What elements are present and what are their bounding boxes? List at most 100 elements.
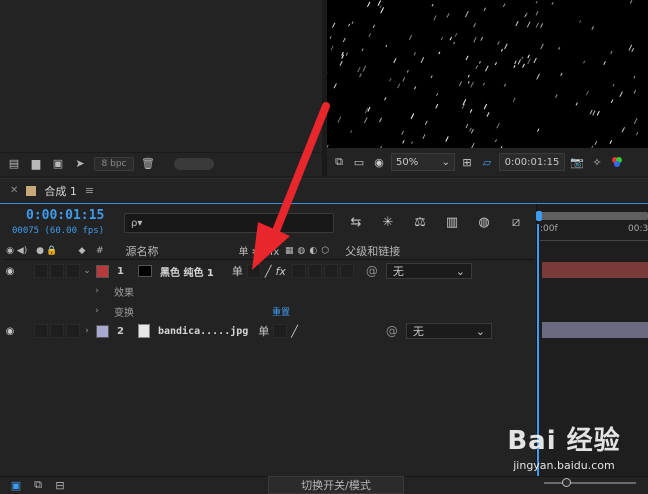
- flowchart-icon[interactable]: ➤: [72, 157, 88, 171]
- project-scrollbar[interactable]: [174, 157, 214, 170]
- star-streak: [464, 10, 469, 18]
- current-time-display[interactable]: 0:00:01:15: [26, 208, 104, 223]
- star-streak: [635, 132, 639, 136]
- parent-select[interactable]: 无 ⌄: [405, 323, 492, 339]
- tab-composition[interactable]: 合成 1: [44, 183, 77, 199]
- layer-name[interactable]: 黑色 纯色 1: [160, 264, 214, 279]
- viewer-timecode[interactable]: 0:00:01:15: [499, 153, 565, 171]
- column-parent[interactable]: 父级和链接: [345, 243, 400, 259]
- star-streak: [446, 13, 450, 18]
- magnification-select[interactable]: 50% ⌄: [391, 153, 455, 171]
- star-streak: [458, 81, 463, 87]
- reset-link[interactable]: 重置: [272, 305, 290, 318]
- monitor-icon[interactable]: ▭: [351, 154, 367, 170]
- star-streak: [527, 58, 531, 65]
- camera-snapshot-icon[interactable]: 📷: [569, 154, 585, 170]
- graph-editor-icon[interactable]: ⧄: [506, 212, 526, 232]
- star-streak: [513, 65, 516, 68]
- layer-name[interactable]: bandica.....jpg: [158, 326, 248, 337]
- lock-toggle[interactable]: [66, 264, 80, 278]
- transparency-grid-icon[interactable]: ▱: [479, 154, 495, 170]
- star-streak: [594, 140, 598, 146]
- star-streak: [480, 36, 484, 41]
- label-icon[interactable]: ◆: [76, 245, 88, 257]
- star-streak: [503, 83, 507, 87]
- switch-box[interactable]: [339, 264, 354, 278]
- mask-visibility-icon[interactable]: ◉: [371, 154, 387, 170]
- audio-toggle[interactable]: [34, 264, 48, 278]
- solo-icon[interactable]: ●: [34, 245, 46, 257]
- layer-property-row[interactable]: › 变换 重置: [4, 301, 534, 321]
- lock-icon[interactable]: 🔒: [46, 245, 58, 257]
- parent-value: 无: [392, 265, 404, 278]
- shy-switch-icon[interactable]: 单: [232, 263, 243, 279]
- chevron-down-icon[interactable]: ⌄: [82, 266, 92, 276]
- layer-duration-bar[interactable]: [542, 262, 648, 278]
- layer-label-color[interactable]: [96, 324, 109, 338]
- shy-switch-icon[interactable]: 单: [258, 323, 269, 339]
- show-snapshot-icon[interactable]: ✧: [589, 154, 605, 170]
- region-of-interest-icon[interactable]: ⊞: [459, 154, 475, 170]
- panel-menu-icon[interactable]: ≡: [85, 184, 94, 197]
- frame-count: 00075 (60.00 fps): [12, 226, 105, 236]
- ruler-tick-label: 00:30f: [628, 224, 648, 234]
- layer-duration-bar[interactable]: [542, 322, 648, 338]
- star-streak: [583, 60, 586, 64]
- audio-toggle[interactable]: [34, 324, 48, 338]
- star-streak: [330, 45, 334, 51]
- star-streak: [467, 74, 470, 78]
- composition-mini-flowchart-icon[interactable]: ⇆: [346, 212, 366, 232]
- layer-switches-pane-icon[interactable]: ▣: [8, 478, 24, 492]
- chevron-right-icon[interactable]: ›: [92, 286, 102, 296]
- switch-box[interactable]: [273, 324, 288, 338]
- in-out-pane-icon[interactable]: ⊟: [52, 478, 68, 492]
- motion-blur-icon[interactable]: ◍: [474, 212, 494, 232]
- work-area-bar[interactable]: [540, 212, 648, 220]
- star-streak: [524, 14, 527, 18]
- toggle-switches-modes-button[interactable]: 切换开关/模式: [268, 476, 404, 494]
- star-streak: [629, 0, 633, 4]
- close-icon[interactable]: ✕: [10, 185, 18, 196]
- frame-blending-icon[interactable]: ▥: [442, 212, 462, 232]
- pick-whip-icon[interactable]: @: [366, 264, 378, 278]
- new-composition-icon[interactable]: ▣: [50, 157, 66, 171]
- interpret-footage-icon[interactable]: ▤: [6, 157, 22, 171]
- star-streak: [331, 22, 336, 28]
- work-area-start-handle[interactable]: [536, 211, 542, 221]
- star-streak: [533, 57, 537, 64]
- bpc-button[interactable]: 8 bpc: [94, 156, 134, 171]
- eye-icon[interactable]: ◉: [4, 326, 16, 337]
- layer-label-color[interactable]: [96, 264, 109, 278]
- star-streak: [633, 89, 637, 94]
- chevron-right-icon[interactable]: ›: [82, 326, 92, 336]
- layer-property-row[interactable]: › 效果: [4, 281, 534, 301]
- quality-switch-icon[interactable]: ╱: [291, 325, 298, 338]
- star-streak: [521, 56, 524, 60]
- star-streak: [592, 110, 596, 116]
- star-streak: [631, 47, 635, 53]
- star-streak: [413, 86, 417, 90]
- eye-icon[interactable]: ◉: [4, 266, 16, 277]
- solo-toggle[interactable]: [50, 264, 64, 278]
- eye-icon[interactable]: ◉: [4, 245, 16, 257]
- star-streak: [342, 37, 346, 43]
- star-streak: [368, 32, 372, 38]
- folder-icon[interactable]: ▆: [28, 157, 44, 171]
- star-streak: [558, 47, 561, 50]
- lock-toggle[interactable]: [66, 324, 80, 338]
- pick-whip-icon[interactable]: @: [386, 324, 398, 338]
- solo-toggle[interactable]: [50, 324, 64, 338]
- layer-row[interactable]: ◉ › 2 bandica.....jpg 单 ╱ @ 无 ⌄: [4, 321, 534, 341]
- trash-icon[interactable]: 🗑: [140, 157, 156, 171]
- audio-icon[interactable]: ◀): [16, 245, 28, 257]
- parent-select[interactable]: 无 ⌄: [385, 263, 472, 279]
- channel-rgb-icon[interactable]: [609, 154, 625, 170]
- column-source-name[interactable]: 源名称: [126, 243, 159, 259]
- shy-layers-icon[interactable]: ⚖: [410, 212, 430, 232]
- star-streak: [469, 127, 472, 132]
- star-streak: [535, 11, 539, 16]
- draft-3d-icon[interactable]: ✳: [378, 212, 398, 232]
- composition-viewer[interactable]: [327, 0, 648, 148]
- transfer-controls-pane-icon[interactable]: ⧉: [30, 478, 46, 492]
- chevron-right-icon[interactable]: ›: [92, 306, 102, 316]
